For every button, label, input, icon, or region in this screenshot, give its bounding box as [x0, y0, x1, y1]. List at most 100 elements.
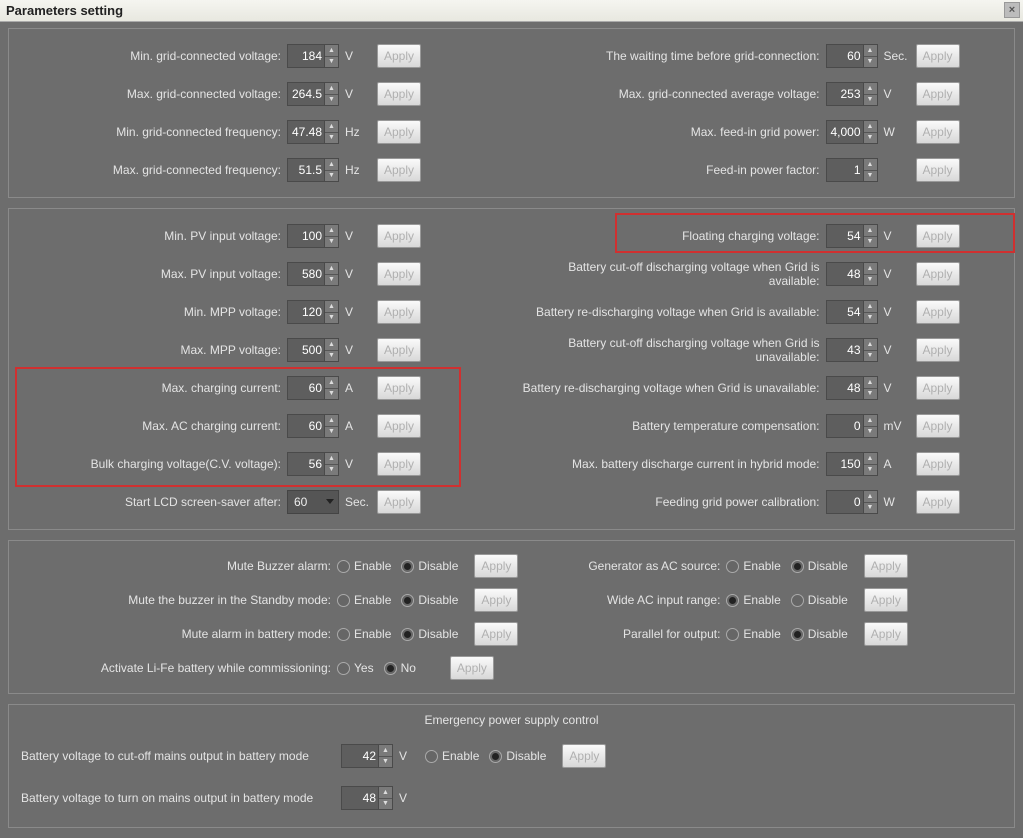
spinner-up-icon[interactable]: ▲ [864, 45, 877, 57]
spinner-up-icon[interactable]: ▲ [325, 453, 338, 465]
spinner-down-icon[interactable]: ▼ [325, 95, 338, 106]
spinner-up-icon[interactable]: ▲ [325, 225, 338, 237]
apply-button[interactable]: Apply [916, 82, 960, 106]
value-spinner[interactable]: 51.5▲▼ [287, 158, 339, 182]
value-spinner[interactable]: 120▲▼ [287, 300, 339, 324]
radio-enable[interactable] [337, 560, 350, 573]
radio-disable[interactable] [791, 628, 804, 641]
apply-button[interactable]: Apply [377, 452, 421, 476]
radio-enable[interactable] [425, 750, 438, 763]
value-spinner[interactable]: 43▲▼ [826, 338, 878, 362]
value-spinner[interactable]: 4,000▲▼ [826, 120, 878, 144]
apply-button[interactable]: Apply [474, 554, 518, 578]
spinner-down-icon[interactable]: ▼ [864, 133, 877, 144]
spinner-up-icon[interactable]: ▲ [864, 415, 877, 427]
value-spinner[interactable]: 42▲▼ [341, 744, 393, 768]
spinner-down-icon[interactable]: ▼ [325, 389, 338, 400]
spinner-down-icon[interactable]: ▼ [864, 503, 877, 514]
apply-button[interactable]: Apply [864, 622, 908, 646]
spinner-up-icon[interactable]: ▲ [325, 159, 338, 171]
radio-disable[interactable] [791, 594, 804, 607]
spinner-down-icon[interactable]: ▼ [864, 171, 877, 182]
spinner-up-icon[interactable]: ▲ [864, 159, 877, 171]
spinner-up-icon[interactable]: ▲ [864, 339, 877, 351]
value-spinner[interactable]: 47.48▲▼ [287, 120, 339, 144]
spinner-up-icon[interactable]: ▲ [864, 491, 877, 503]
spinner-up-icon[interactable]: ▲ [325, 263, 338, 275]
radio-disable[interactable] [401, 594, 414, 607]
value-spinner[interactable]: 500▲▼ [287, 338, 339, 362]
spinner-down-icon[interactable]: ▼ [864, 95, 877, 106]
radio-no[interactable] [384, 662, 397, 675]
apply-button[interactable]: Apply [377, 158, 421, 182]
spinner-down-icon[interactable]: ▼ [864, 351, 877, 362]
value-spinner[interactable]: 54▲▼ [826, 224, 878, 248]
spinner-up-icon[interactable]: ▲ [325, 415, 338, 427]
spinner-down-icon[interactable]: ▼ [864, 389, 877, 400]
apply-button[interactable]: Apply [377, 300, 421, 324]
radio-disable[interactable] [401, 628, 414, 641]
value-spinner[interactable]: 253▲▼ [826, 82, 878, 106]
value-spinner[interactable]: 60▲▼ [826, 44, 878, 68]
value-spinner[interactable]: 48▲▼ [826, 262, 878, 286]
apply-button[interactable]: Apply [377, 44, 421, 68]
apply-button[interactable]: Apply [916, 490, 960, 514]
radio-disable[interactable] [401, 560, 414, 573]
value-spinner[interactable]: 580▲▼ [287, 262, 339, 286]
value-spinner[interactable]: 0▲▼ [826, 414, 878, 438]
spinner-up-icon[interactable]: ▲ [864, 453, 877, 465]
spinner-up-icon[interactable]: ▲ [325, 301, 338, 313]
apply-button[interactable]: Apply [864, 554, 908, 578]
apply-button[interactable]: Apply [377, 376, 421, 400]
spinner-down-icon[interactable]: ▼ [864, 427, 877, 438]
apply-button[interactable]: Apply [916, 338, 960, 362]
apply-button[interactable]: Apply [916, 452, 960, 476]
spinner-up-icon[interactable]: ▲ [325, 377, 338, 389]
apply-button[interactable]: Apply [916, 300, 960, 324]
apply-button[interactable]: Apply [864, 588, 908, 612]
spinner-up-icon[interactable]: ▲ [864, 301, 877, 313]
apply-button[interactable]: Apply [377, 224, 421, 248]
value-spinner[interactable]: 48▲▼ [341, 786, 393, 810]
close-icon[interactable]: × [1004, 2, 1020, 18]
radio-disable[interactable] [489, 750, 502, 763]
spinner-down-icon[interactable]: ▼ [864, 275, 877, 286]
spinner-up-icon[interactable]: ▲ [864, 377, 877, 389]
value-spinner[interactable]: 56▲▼ [287, 452, 339, 476]
apply-button[interactable]: Apply [474, 622, 518, 646]
radio-enable[interactable] [726, 594, 739, 607]
radio-enable[interactable] [726, 628, 739, 641]
value-spinner[interactable]: 264.5▲▼ [287, 82, 339, 106]
apply-button[interactable]: Apply [916, 120, 960, 144]
spinner-up-icon[interactable]: ▲ [325, 45, 338, 57]
spinner-down-icon[interactable]: ▼ [325, 171, 338, 182]
spinner-up-icon[interactable]: ▲ [325, 83, 338, 95]
value-spinner[interactable]: 60▲▼ [287, 376, 339, 400]
value-spinner[interactable]: 60▲▼ [287, 414, 339, 438]
apply-button[interactable]: Apply [377, 490, 421, 514]
apply-button[interactable]: Apply [916, 262, 960, 286]
apply-button[interactable]: Apply [377, 82, 421, 106]
spinner-up-icon[interactable]: ▲ [379, 787, 392, 799]
apply-button[interactable]: Apply [377, 338, 421, 362]
spinner-down-icon[interactable]: ▼ [325, 237, 338, 248]
value-spinner[interactable]: 100▲▼ [287, 224, 339, 248]
value-spinner[interactable]: 54▲▼ [826, 300, 878, 324]
spinner-up-icon[interactable]: ▲ [379, 745, 392, 757]
apply-button[interactable]: Apply [450, 656, 494, 680]
apply-button[interactable]: Apply [377, 120, 421, 144]
spinner-up-icon[interactable]: ▲ [864, 225, 877, 237]
apply-button[interactable]: Apply [562, 744, 606, 768]
spinner-down-icon[interactable]: ▼ [325, 133, 338, 144]
radio-disable[interactable] [791, 560, 804, 573]
spinner-up-icon[interactable]: ▲ [864, 83, 877, 95]
spinner-up-icon[interactable]: ▲ [325, 339, 338, 351]
value-spinner[interactable]: 48▲▼ [826, 376, 878, 400]
spinner-down-icon[interactable]: ▼ [325, 313, 338, 324]
apply-button[interactable]: Apply [916, 158, 960, 182]
value-spinner[interactable]: 0▲▼ [826, 490, 878, 514]
spinner-up-icon[interactable]: ▲ [325, 121, 338, 133]
value-spinner[interactable]: 150▲▼ [826, 452, 878, 476]
apply-button[interactable]: Apply [916, 224, 960, 248]
value-spinner[interactable]: 1▲▼ [826, 158, 878, 182]
